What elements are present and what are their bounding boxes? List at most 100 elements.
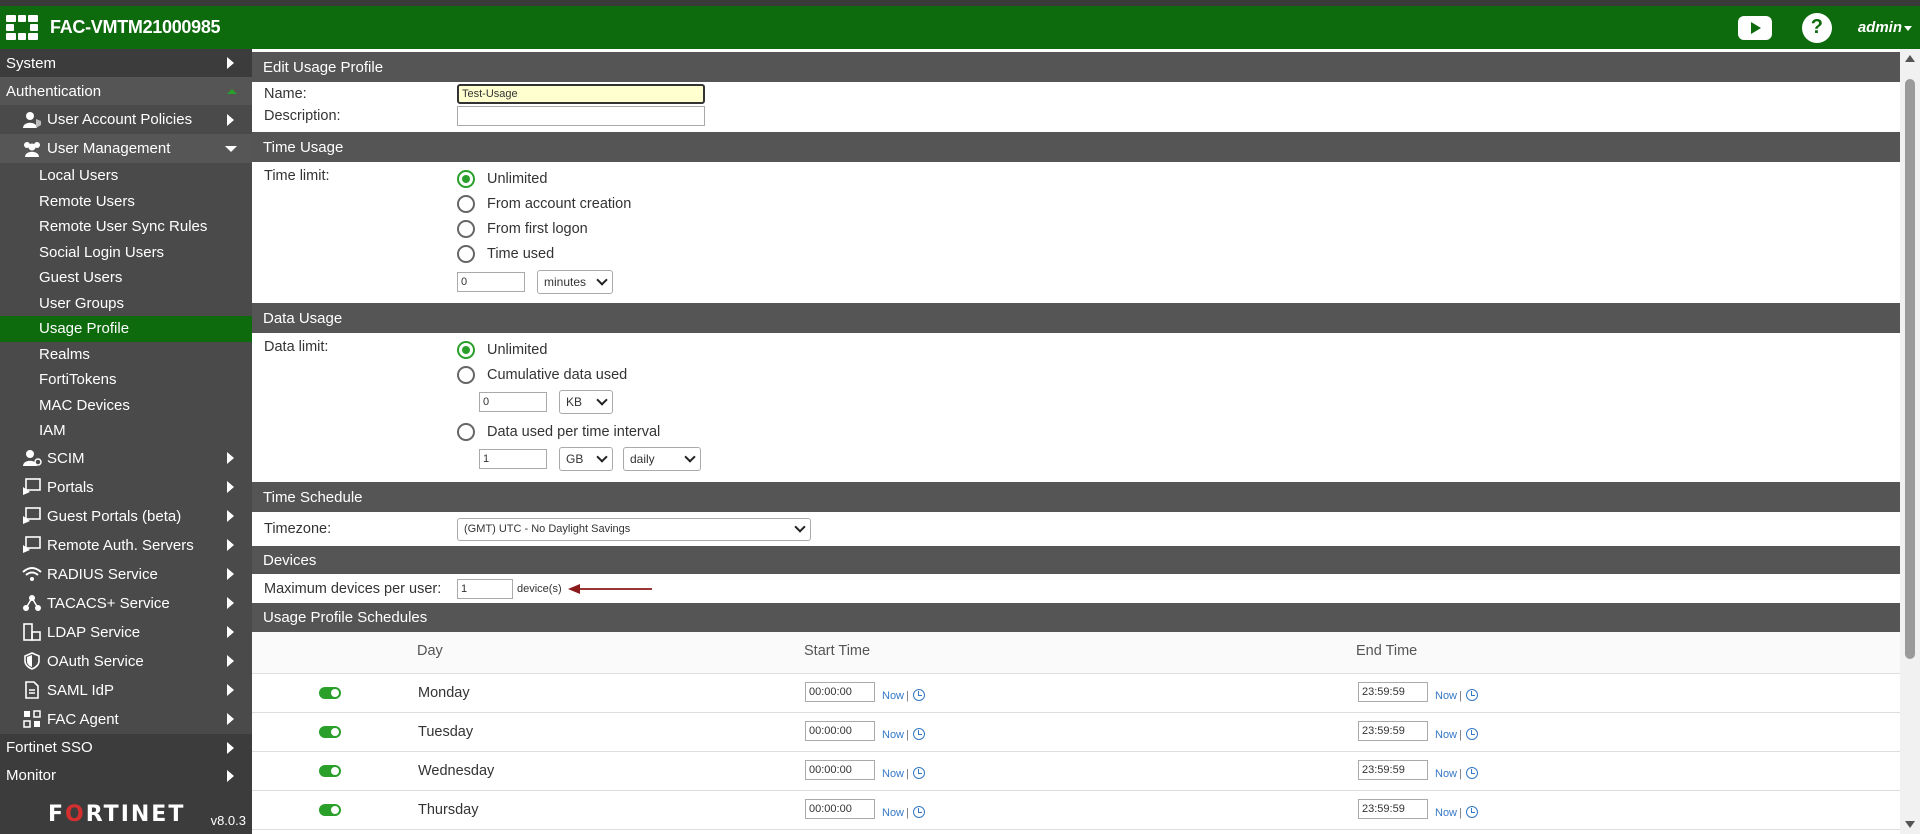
clock-icon[interactable]	[912, 728, 925, 741]
description-input[interactable]	[457, 106, 705, 126]
start-now-link[interactable]: Now |	[882, 725, 925, 741]
youtube-icon[interactable]	[1737, 15, 1772, 40]
nav-radius-service[interactable]: RADIUS Service	[0, 559, 252, 589]
nav-authentication-label: Authentication	[6, 82, 102, 100]
chevron-right-icon	[227, 481, 234, 493]
clock-icon[interactable]	[1465, 728, 1478, 741]
chevron-right-icon	[227, 684, 234, 696]
nav-oauth-service[interactable]: OAuth Service	[0, 646, 252, 676]
nav-remote-auth-servers-label: Remote Auth. Servers	[47, 536, 194, 554]
time-used-radio[interactable]: Time used	[457, 241, 1900, 266]
nav-guest-users[interactable]: Guest Users	[0, 265, 252, 291]
start-time-input[interactable]	[805, 799, 875, 819]
wifi-icon	[21, 565, 43, 583]
end-time-input[interactable]	[1358, 721, 1428, 741]
schedule-enable-toggle[interactable]	[319, 765, 341, 777]
max-devices-label: Maximum devices per user:	[264, 580, 442, 597]
nav-authentication[interactable]: Authentication	[0, 77, 252, 105]
start-time-input[interactable]	[805, 682, 875, 702]
interval-unit-select[interactable]: GB	[559, 447, 613, 471]
end-now-link[interactable]: Now |	[1435, 686, 1478, 702]
nav-fortinet-sso-label: Fortinet SSO	[6, 739, 93, 756]
data-cumulative-radio[interactable]: Cumulative data used	[457, 362, 1900, 387]
nav-ldap-service[interactable]: LDAP Service	[0, 617, 252, 647]
timezone-select[interactable]: (GMT) UTC - No Daylight Savings	[457, 517, 811, 541]
schedule-enable-toggle[interactable]	[319, 687, 341, 699]
help-icon[interactable]: ?	[1801, 12, 1832, 43]
nav-local-users[interactable]: Local Users	[0, 163, 252, 189]
nav-saml-idp[interactable]: SAML IdP	[0, 675, 252, 705]
nav-user-groups[interactable]: User Groups	[0, 290, 252, 316]
nav-fortinet-sso[interactable]: Fortinet SSO	[0, 734, 252, 762]
start-time-input[interactable]	[805, 721, 875, 741]
time-value-input[interactable]	[457, 272, 525, 292]
scroll-up-icon[interactable]	[1905, 55, 1915, 62]
apps-grid-icon[interactable]	[6, 14, 40, 41]
chevron-right-icon	[227, 741, 234, 754]
schedule-enable-toggle[interactable]	[319, 726, 341, 738]
vertical-scrollbar[interactable]	[1900, 49, 1920, 834]
clock-icon[interactable]	[912, 767, 925, 780]
col-day-header: Day	[417, 643, 443, 659]
end-now-link[interactable]: Now |	[1435, 764, 1478, 780]
nav-remote-auth-servers[interactable]: Remote Auth. Servers	[0, 530, 252, 560]
start-time-input[interactable]	[805, 760, 875, 780]
schedule-enable-toggle[interactable]	[319, 804, 341, 816]
nav-user-account-policies[interactable]: User Account Policies	[0, 105, 252, 134]
nav-tacacs-service[interactable]: TACACS+ Service	[0, 588, 252, 618]
nav-remote-user-sync-rules[interactable]: Remote User Sync Rules	[0, 214, 252, 240]
time-from-account-creation-radio[interactable]: From account creation	[457, 191, 1900, 216]
nav-fac-agent-label: FAC Agent	[47, 710, 119, 728]
time-from-first-logon-radio[interactable]: From first logon	[457, 216, 1900, 241]
end-now-link[interactable]: Now |	[1435, 803, 1478, 819]
nav-user-management[interactable]: User Management	[0, 134, 252, 163]
user-menu[interactable]: admin	[1858, 19, 1912, 36]
time-unlimited-radio[interactable]: Unlimited	[457, 166, 1900, 191]
interval-value-input[interactable]	[479, 449, 547, 469]
nav-mac-devices[interactable]: MAC Devices	[0, 392, 252, 418]
time-unit-select[interactable]: minutes	[537, 270, 613, 294]
clock-icon[interactable]	[1465, 767, 1478, 780]
clock-icon[interactable]	[912, 689, 925, 702]
scroll-down-icon[interactable]	[1905, 821, 1915, 828]
col-start-header: Start Time	[804, 643, 871, 659]
portal-icon	[21, 478, 43, 496]
clock-icon[interactable]	[1465, 806, 1478, 819]
radio-icon	[457, 365, 475, 384]
schedule-table-header: Day Start Time End Time	[252, 632, 1900, 674]
end-time-input[interactable]	[1358, 682, 1428, 702]
nav-portals[interactable]: Portals	[0, 472, 252, 502]
nav-realms[interactable]: Realms	[0, 341, 252, 367]
nav-scim[interactable]: SCIM	[0, 443, 252, 473]
start-now-link[interactable]: Now |	[882, 803, 925, 819]
users-icon	[21, 140, 43, 158]
nav-remote-users[interactable]: Remote Users	[0, 188, 252, 214]
nav-guest-portals[interactable]: Guest Portals (beta)	[0, 501, 252, 531]
col-end-header: End Time	[1356, 643, 1418, 659]
name-input[interactable]	[457, 83, 705, 104]
nav-fortitokens[interactable]: FortiTokens	[0, 367, 252, 393]
start-now-link[interactable]: Now |	[882, 764, 925, 780]
clock-icon[interactable]	[1465, 689, 1478, 702]
nav-fac-agent[interactable]: FAC Agent	[0, 704, 252, 734]
nav-social-login-users[interactable]: Social Login Users	[0, 239, 252, 265]
scrollbar-thumb[interactable]	[1905, 79, 1915, 659]
cumulative-value-input[interactable]	[479, 392, 547, 412]
interval-period-select[interactable]: daily	[623, 447, 701, 471]
chevron-down-icon	[684, 451, 696, 463]
nav-iam[interactable]: IAM	[0, 418, 252, 444]
clock-icon[interactable]	[912, 806, 925, 819]
end-now-link[interactable]: Now |	[1435, 725, 1478, 741]
cumulative-unit-select[interactable]: KB	[559, 390, 613, 414]
start-now-link[interactable]: Now |	[882, 686, 925, 702]
nav-monitor[interactable]: Monitor	[0, 762, 252, 790]
data-per-interval-radio[interactable]: Data used per time interval	[457, 419, 1900, 444]
annotation-arrow-icon	[567, 583, 652, 594]
end-time-input[interactable]	[1358, 799, 1428, 819]
data-unlimited-radio[interactable]: Unlimited	[457, 337, 1900, 362]
chevron-right-icon	[227, 510, 234, 522]
nav-system[interactable]: System	[0, 49, 252, 77]
nav-usage-profile[interactable]: Usage Profile	[0, 316, 252, 342]
max-devices-input[interactable]	[457, 578, 513, 599]
end-time-input[interactable]	[1358, 760, 1428, 780]
